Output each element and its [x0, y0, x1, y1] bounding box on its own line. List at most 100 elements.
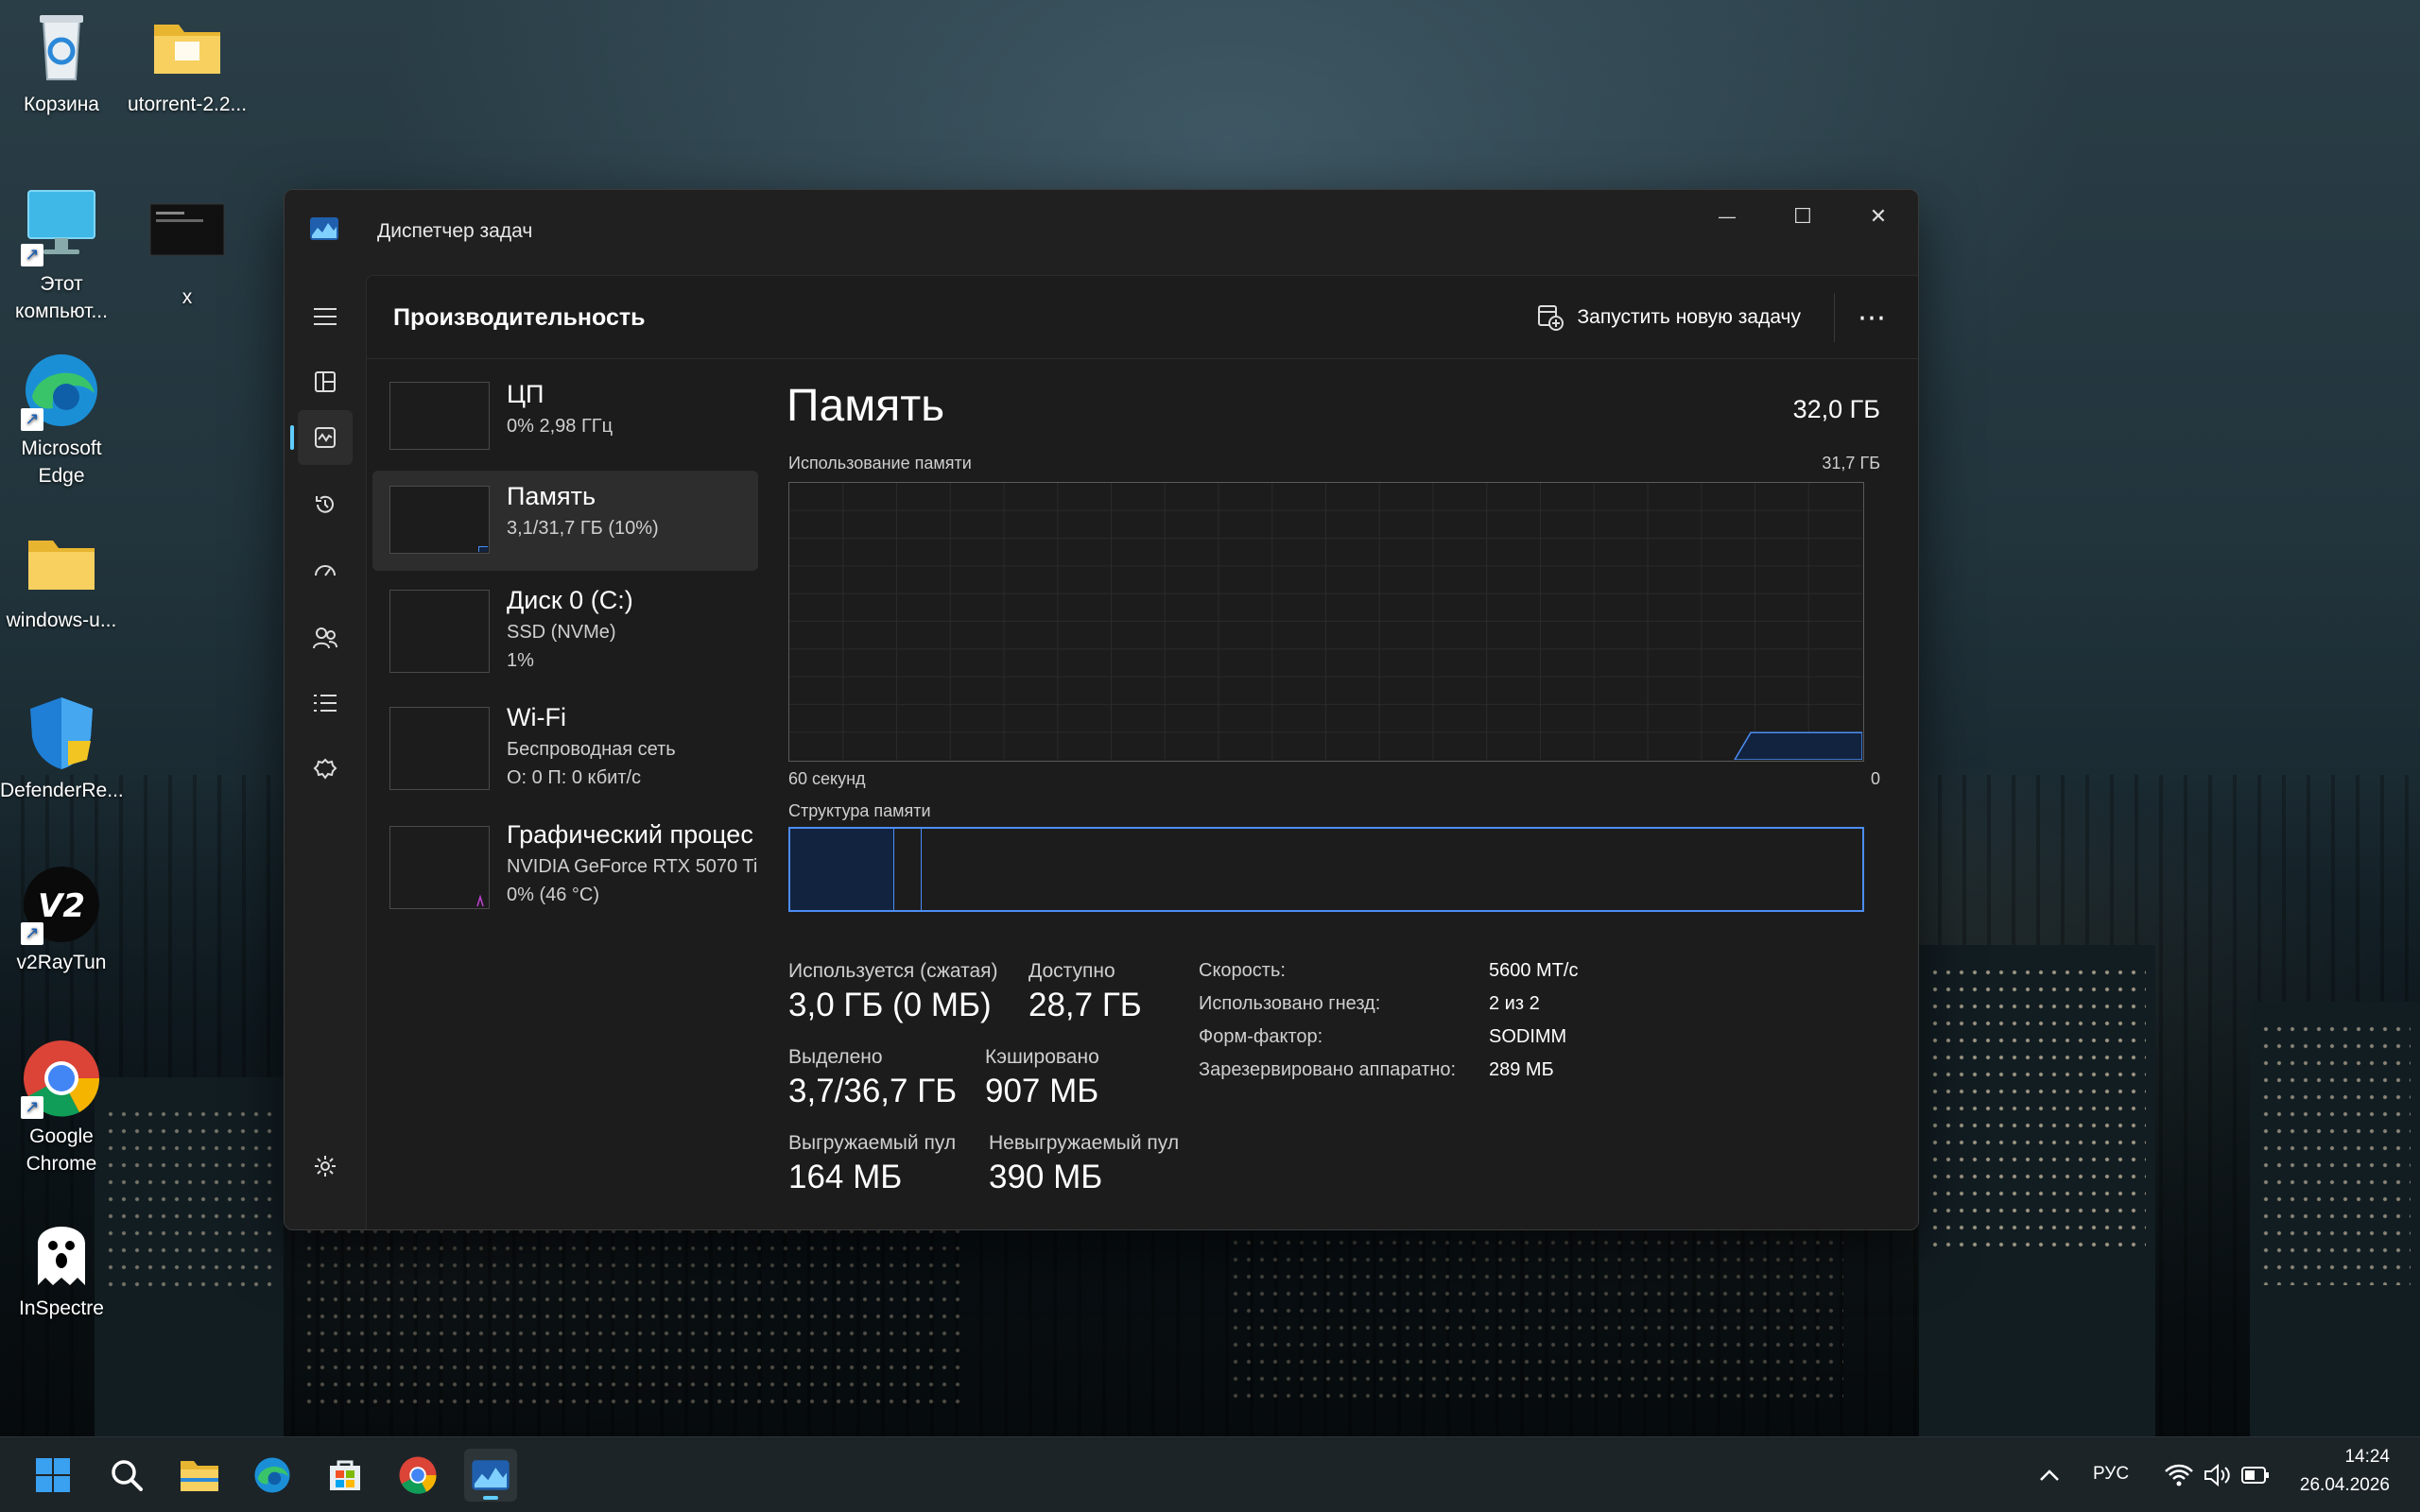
nav-users[interactable] [298, 610, 353, 665]
shield-icon [21, 692, 102, 773]
desktop-icon-label: utorrent-2.2... [127, 94, 248, 115]
memory-title: Память [786, 381, 945, 431]
main-content: Производительность Запустить новую задач… [366, 275, 1918, 1229]
nav-startup-apps[interactable] [298, 544, 353, 599]
spec-key-slots: Использовано гнезд: [1199, 993, 1381, 1014]
memory-usage-label: Использование памяти [788, 454, 972, 472]
task-manager-window: Диспетчер задач — ☐ ✕ Производительность… [284, 189, 1919, 1230]
desktop-icon-recycle-bin[interactable]: Корзина [0, 6, 123, 118]
nav-performance[interactable] [298, 410, 353, 465]
clock-date[interactable]: 26.04.2026 [2300, 1475, 2390, 1496]
taskbar-active-indicator [483, 1496, 498, 1500]
v2-icon: V2 ↗ [21, 864, 102, 945]
taskbar-chrome[interactable] [391, 1449, 444, 1502]
title-bar[interactable]: Диспетчер задач — ☐ ✕ [285, 190, 1918, 275]
desktop-icon-v2raytun[interactable]: V2 ↗ v2RayTun [0, 864, 123, 976]
folder-icon [147, 6, 228, 87]
taskbar-edge[interactable] [246, 1449, 299, 1502]
memory-total: 32,0 ГБ [1792, 395, 1880, 423]
spec-value-form-factor: SODIMM [1489, 1026, 1567, 1047]
resource-item-gpu[interactable]: Графический процес NVIDIA GeForce RTX 50… [372, 811, 758, 924]
desktop-icon-inspectre[interactable]: InSpectre [0, 1210, 123, 1322]
resource-detail: 1% [507, 650, 534, 671]
nav-details[interactable] [298, 676, 353, 730]
task-manager-app-icon [309, 216, 339, 241]
resource-item-disk[interactable]: Диск 0 (C:) SSD (NVMe) 1% [372, 576, 758, 686]
processes-icon [315, 371, 336, 392]
new-task-icon [1538, 305, 1564, 331]
more-options-button[interactable]: ⋯ [1850, 299, 1895, 336]
show-hidden-icons-button[interactable] [2023, 1449, 2076, 1502]
desktop-icon-label: Microsoft Edge [21, 438, 102, 487]
hamburger-menu-button[interactable] [298, 289, 353, 344]
close-button[interactable]: ✕ [1841, 190, 1916, 243]
resource-item-cpu[interactable]: ЦП 0% 2,98 ГГц [372, 370, 758, 465]
paged-pool-label: Выгружаемый пул [788, 1132, 957, 1154]
desktop-icon-label: windows-u... [6, 610, 117, 631]
spec-key-form-factor: Форм-фактор: [1199, 1026, 1323, 1047]
desktop-icon-this-pc[interactable]: ↗ Этот компьют... [0, 185, 123, 325]
nav-settings[interactable] [298, 1139, 353, 1194]
spec-value-slots: 2 из 2 [1489, 993, 1540, 1014]
taskbar-task-manager[interactable] [464, 1449, 517, 1502]
available-label: Доступно [1028, 960, 1115, 982]
memory-thumbnail-fill [478, 546, 488, 552]
desktop-icon-x[interactable]: x [126, 198, 249, 311]
folder-icon [21, 522, 102, 603]
language-indicator[interactable]: РУС [2093, 1464, 2129, 1485]
minimize-button[interactable]: — [1689, 190, 1765, 243]
resource-name: Память [507, 482, 596, 510]
resource-detail: 0% (46 °C) [507, 885, 600, 905]
memory-usage-max: 31,7 ГБ [1822, 454, 1880, 472]
taskbar-file-explorer[interactable] [173, 1449, 226, 1502]
run-new-task-button[interactable]: Запустить новую задачу [1526, 297, 1812, 338]
resource-item-memory[interactable]: Память 3,1/31,7 ГБ (10%) [372, 471, 758, 571]
resource-detail: 3,1/31,7 ГБ (10%) [507, 518, 659, 539]
memory-composition-label: Структура памяти [788, 801, 931, 820]
wifi-icon [2165, 1464, 2193, 1486]
taskbar-search-button[interactable] [100, 1449, 153, 1502]
spec-value-hardware-reserved: 289 МБ [1489, 1059, 1554, 1080]
start-button[interactable] [26, 1449, 79, 1502]
shortcut-arrow-icon: ↗ [21, 408, 43, 431]
cached-value: 907 МБ [985, 1073, 1099, 1109]
speedometer-icon [315, 565, 336, 576]
memory-usage-chart [789, 483, 1862, 760]
memory-thumbnail-graph [389, 486, 490, 554]
resource-name: ЦП [507, 380, 544, 408]
nonpaged-pool-value: 390 МБ [989, 1159, 1103, 1195]
maximize-button[interactable]: ☐ [1765, 190, 1841, 243]
resource-detail: О: 0 П: 0 кбит/с [507, 767, 642, 788]
network-volume-battery-button[interactable] [2146, 1449, 2288, 1502]
nav-processes[interactable] [298, 354, 353, 409]
clock-time[interactable]: 14:24 [2344, 1447, 2390, 1468]
desktop-icon-edge[interactable]: ↗ Microsoft Edge [0, 350, 123, 490]
memory-usage-graph [788, 482, 1864, 762]
memory-composition-bar [788, 827, 1864, 912]
desktop-icon-utorrent-folder[interactable]: utorrent-2.2... [126, 6, 249, 118]
desktop-icon-label: InSpectre [19, 1297, 104, 1319]
resource-detail: NVIDIA GeForce RTX 5070 Ti [507, 856, 758, 877]
desktop-icon-label: Этот компьют... [15, 273, 108, 322]
desktop-icon-defender[interactable]: DefenderRe... [0, 692, 124, 804]
shortcut-arrow-icon: ↗ [21, 922, 43, 945]
paged-pool-value: 164 МБ [788, 1159, 903, 1195]
resource-name: Графический процес [507, 820, 753, 849]
desktop-icon-windows-folder[interactable]: windows-u... [0, 522, 123, 634]
svg-text:V2: V2 [38, 887, 85, 925]
search-icon [112, 1460, 143, 1491]
file-thumbnail-icon [147, 198, 228, 280]
in-use-label: Используется (сжатая) [788, 960, 998, 982]
nav-app-history[interactable] [298, 477, 353, 532]
resource-detail: SSD (NVMe) [507, 622, 616, 643]
taskbar-store[interactable] [319, 1449, 372, 1502]
history-icon [316, 495, 334, 513]
resource-name: Wi-Fi [507, 703, 566, 731]
graph-time-right: 0 [1870, 769, 1880, 788]
shortcut-arrow-icon: ↗ [21, 244, 43, 266]
nav-services[interactable] [298, 742, 353, 797]
desktop-icon-chrome[interactable]: ↗ Google Chrome [0, 1038, 123, 1177]
disk-thumbnail-graph [389, 590, 490, 673]
battery-icon [2241, 1467, 2269, 1484]
resource-item-wifi[interactable]: Wi-Fi Беспроводная сеть О: 0 П: 0 кбит/с [372, 692, 758, 805]
